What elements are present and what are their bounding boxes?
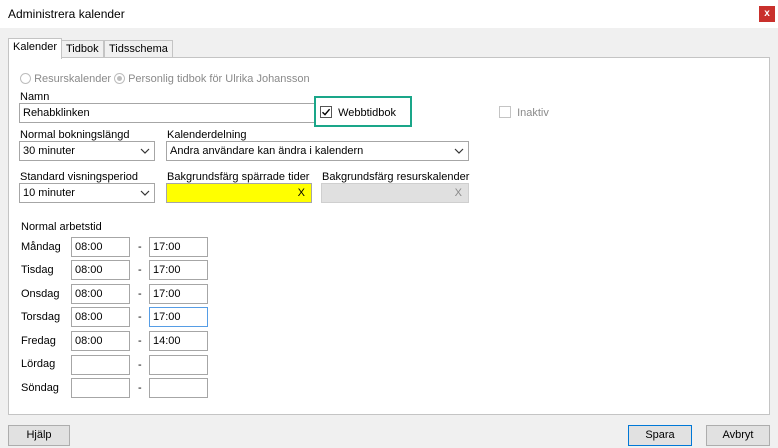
- view-period-value: 10 minuter: [23, 187, 75, 199]
- time-separator: -: [138, 241, 142, 253]
- sharing-label: Kalenderdelning: [167, 129, 247, 141]
- start-time-input[interactable]: 08:00: [71, 307, 130, 327]
- bg-blocked-label: Bakgrundsfärg spärrade tider: [167, 171, 310, 183]
- window-title: Administrera kalender: [8, 7, 125, 21]
- start-time-input[interactable]: [71, 355, 130, 375]
- booking-length-label: Normal bokningslängd: [20, 129, 130, 141]
- title-bar: Administrera kalender x: [0, 0, 778, 28]
- tab-tidsschema[interactable]: Tidsschema: [104, 40, 173, 58]
- time-separator: -: [138, 359, 142, 371]
- start-time-input[interactable]: 08:00: [71, 260, 130, 280]
- day-label: Tisdag: [21, 264, 54, 276]
- radio-selected-icon: [114, 73, 125, 84]
- bg-blocked-clear-button[interactable]: X: [298, 187, 305, 199]
- chevron-down-icon: [140, 188, 150, 198]
- end-time-input[interactable]: 14:00: [149, 331, 208, 351]
- name-input[interactable]: Rehabklinken: [19, 103, 315, 123]
- time-separator: -: [138, 288, 142, 300]
- day-label: Torsdag: [21, 311, 61, 323]
- radio-personlig-tidbok[interactable]: Personlig tidbok för Ulrika Johansson: [114, 73, 310, 85]
- booking-length-value: 30 minuter: [23, 145, 75, 157]
- start-time-input[interactable]: 08:00: [71, 284, 130, 304]
- day-label: Söndag: [21, 382, 59, 394]
- sharing-select[interactable]: Andra användare kan ändra i kalendern: [166, 141, 469, 161]
- inaktiv-label: Inaktiv: [517, 107, 549, 119]
- tab-kalender[interactable]: Kalender: [8, 38, 63, 59]
- bg-resource-color-picker[interactable]: X: [321, 183, 469, 203]
- day-label: Fredag: [21, 335, 56, 347]
- day-label: Onsdag: [21, 288, 60, 300]
- radio-circle-icon: [20, 73, 31, 84]
- day-label: Måndag: [21, 241, 61, 253]
- time-separator: -: [138, 335, 142, 347]
- worktime-heading: Normal arbetstid: [21, 221, 102, 233]
- time-separator: -: [138, 311, 142, 323]
- start-time-input[interactable]: 08:00: [71, 331, 130, 351]
- end-time-input[interactable]: 17:00: [149, 284, 208, 304]
- radio-resurskalender[interactable]: Resurskalender: [20, 73, 111, 85]
- chevron-down-icon: [454, 146, 464, 156]
- view-period-select[interactable]: 10 minuter: [19, 183, 155, 203]
- bg-resource-label: Bakgrundsfärg resurskalender: [322, 171, 470, 183]
- inaktiv-checkbox[interactable]: Inaktiv: [499, 106, 549, 119]
- end-time-input[interactable]: [149, 378, 208, 398]
- booking-length-select[interactable]: 30 minuter: [19, 141, 155, 161]
- time-separator: -: [138, 264, 142, 276]
- checkbox-checked-icon: [320, 106, 332, 118]
- day-label: Lördag: [21, 358, 56, 370]
- webbtidbok-checkbox[interactable]: Webbtidbok: [320, 106, 396, 119]
- end-time-input[interactable]: 17:00: [149, 260, 208, 280]
- end-time-input[interactable]: 17:00: [149, 237, 208, 257]
- help-button[interactable]: Hjälp: [8, 425, 70, 446]
- close-button[interactable]: x: [759, 6, 775, 22]
- view-period-label: Standard visningsperiod: [20, 171, 139, 183]
- webbtidbok-label: Webbtidbok: [338, 107, 396, 119]
- chevron-down-icon: [140, 146, 150, 156]
- time-separator: -: [138, 382, 142, 394]
- start-time-input[interactable]: [71, 378, 130, 398]
- bg-blocked-color-picker[interactable]: X: [166, 183, 312, 203]
- radio-resurskalender-label: Resurskalender: [34, 73, 112, 85]
- save-button[interactable]: Spara: [628, 425, 692, 446]
- end-time-input[interactable]: 17:00: [149, 307, 208, 327]
- tab-panel-kalender: Resurskalender Personlig tidbok för Ulri…: [8, 57, 770, 415]
- tab-tidbok[interactable]: Tidbok: [61, 40, 104, 58]
- bg-resource-clear-button[interactable]: X: [455, 187, 462, 199]
- sharing-value: Andra användare kan ändra i kalendern: [170, 145, 364, 157]
- cancel-button[interactable]: Avbryt: [706, 425, 770, 446]
- radio-personlig-tidbok-label: Personlig tidbok för Ulrika Johansson: [128, 73, 310, 85]
- checkbox-unchecked-icon: [499, 106, 511, 118]
- end-time-input[interactable]: [149, 355, 208, 375]
- name-label: Namn: [20, 91, 50, 103]
- start-time-input[interactable]: 08:00: [71, 237, 130, 257]
